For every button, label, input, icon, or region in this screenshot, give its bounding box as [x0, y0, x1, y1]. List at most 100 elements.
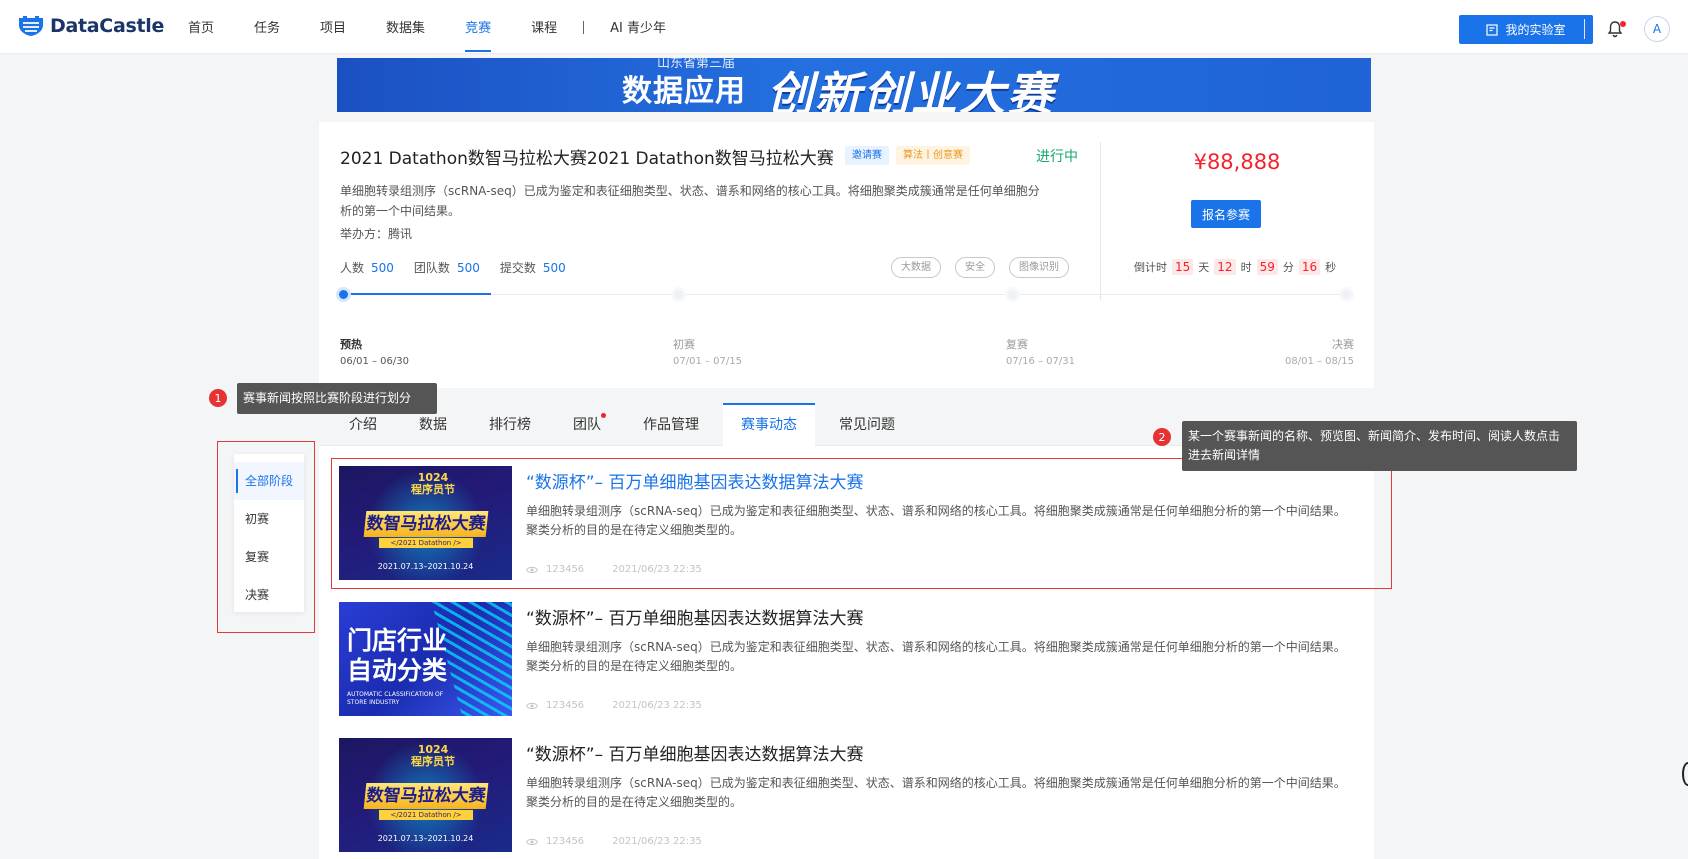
chip-big-data[interactable]: 大数据: [891, 257, 941, 278]
annotation-tip-1: 赛事新闻按照比赛阶段进行划分: [237, 383, 437, 414]
thumbnail-title: 门店行业 自动分类: [347, 626, 447, 686]
thumbnail-bar: </2021 Datathon />: [379, 810, 473, 820]
news-time: 2021/06/23 22:35: [612, 836, 702, 847]
chip-security[interactable]: 安全: [955, 257, 995, 278]
castle-logo-icon: [19, 16, 43, 36]
news-thumbnail[interactable]: 1024 程序员节 数智马拉松大赛 </2021 Datathon /> 2021…: [339, 738, 512, 852]
stat-value: 500: [542, 261, 566, 275]
stat-label: 提交数: [499, 261, 536, 275]
my-lab-button[interactable]: 我的实验室: [1459, 15, 1593, 44]
timeline-dot-semi[interactable]: [1005, 287, 1020, 302]
tab-team-label: 团队: [573, 417, 601, 433]
thumbnail-caption: AUTOMATIC CLASSIFICATION OF STORE INDUSTR…: [347, 691, 443, 707]
lab-icon: [1486, 23, 1499, 36]
stat-label: 团队数: [413, 261, 450, 275]
tab-leaderboard[interactable]: 排行榜: [471, 403, 549, 446]
countdown-seconds: 16: [1298, 259, 1321, 275]
tab-news[interactable]: 赛事动态: [723, 403, 815, 446]
main-nav: 首页 任务 项目 数据集 竞赛 课程 AI 青少年: [168, 0, 686, 54]
competition-info-card: 2021 Datathon数智马拉松大赛2021 Datathon数智马拉松大赛…: [319, 122, 1374, 388]
tab-team[interactable]: 团队: [555, 403, 619, 446]
logo[interactable]: DataCastle: [18, 15, 164, 37]
countdown-days: 15: [1172, 259, 1194, 275]
eye-icon: [526, 838, 538, 845]
nav-ai-youth[interactable]: AI 青少年: [590, 0, 686, 54]
nav-divider: [583, 20, 585, 34]
side-widget-icon[interactable]: [1682, 762, 1688, 786]
stat-submissions: 提交数 500: [500, 259, 566, 276]
news-title[interactable]: “数源杯”– 百万单细胞基因表达数据算法大赛: [526, 604, 864, 629]
eye-icon: [526, 702, 538, 709]
nav-competitions[interactable]: 竞赛: [445, 0, 511, 54]
notification-dot: [1620, 21, 1626, 27]
countdown-minutes-unit: 分: [1282, 261, 1294, 274]
avatar[interactable]: A: [1644, 16, 1670, 42]
banner-title-b: 创新创业大赛: [767, 67, 1055, 112]
thumbnail-badge: 1024 程序员节: [411, 744, 455, 768]
type-tag: 算法丨创意赛: [896, 146, 970, 165]
card-divider: [1100, 142, 1101, 300]
nav-home[interactable]: 首页: [168, 0, 234, 54]
news-meta: 123456 2021/06/23 22:35: [526, 700, 702, 711]
thumb-line: 门店行业: [347, 626, 448, 655]
thumbnail-store: 门店行业 自动分类 AUTOMATIC CLASSIFICATION OF STOR…: [339, 602, 512, 716]
thumbnail-title: 数智马拉松大赛: [363, 783, 489, 809]
stat-teams: 团队数 500: [414, 259, 480, 276]
news-item[interactable]: 门店行业 自动分类 AUTOMATIC CLASSIFICATION OF STOR…: [339, 602, 1354, 716]
thumbnail-date: 2021.07.13–2021.10.24: [377, 834, 474, 843]
timeline-track: [343, 294, 1346, 295]
stage-name: 初赛: [673, 338, 695, 351]
news-views: 123456: [546, 700, 585, 711]
competition-title: 2021 Datathon数智马拉松大赛2021 Datathon数智马拉松大赛: [340, 149, 834, 169]
timeline-progress: [343, 293, 491, 295]
countdown-hours: 12: [1214, 259, 1236, 275]
tab-works[interactable]: 作品管理: [625, 403, 717, 446]
stage-date: 08/01 – 08/15: [1285, 356, 1354, 367]
timeline-dot-final[interactable]: [1339, 287, 1354, 302]
stage-date: 07/01 – 07/15: [673, 356, 742, 367]
news-desc: 单细胞转录组测序（scRNA-seq）已成为鉴定和表征细胞类型、状态、谱系和网络…: [526, 776, 1346, 809]
news-time: 2021/06/23 22:35: [612, 700, 702, 711]
topic-chips: 大数据 安全 图像识别: [891, 257, 1083, 278]
news-item[interactable]: 1024 程序员节 数智马拉松大赛 </2021 Datathon /> 2021…: [339, 738, 1354, 852]
countdown-label: 倒计时: [1134, 261, 1167, 274]
stage-name: 复赛: [1006, 338, 1028, 351]
header-divider: [1584, 19, 1585, 39]
stage-date: 07/16 – 07/31: [1006, 356, 1075, 367]
badge-text: 程序员节: [411, 755, 455, 768]
tab-team-dot: [601, 413, 606, 418]
news-thumbnail[interactable]: 门店行业 自动分类 AUTOMATIC CLASSIFICATION OF STOR…: [339, 602, 512, 716]
news-meta: 123456 2021/06/23 22:35: [526, 836, 702, 847]
tab-faq[interactable]: 常见问题: [821, 403, 913, 446]
annotation-number-2: 2: [1153, 428, 1171, 446]
stage-name: 预热: [340, 338, 362, 351]
nav-projects[interactable]: 项目: [300, 0, 366, 54]
countdown-days-unit: 天: [1198, 261, 1210, 274]
competition-stats: 人数 500 团队数 500 提交数 500: [340, 259, 586, 276]
annotation-tip-2: 某一个赛事新闻的名称、预览图、新闻简介、发布时间、阅读人数点击进去新闻详情: [1182, 421, 1577, 471]
my-lab-label: 我的实验室: [1505, 23, 1566, 37]
annotation-box-filter: [217, 441, 315, 633]
thumb-line: 自动分类: [347, 656, 448, 685]
nav-datasets[interactable]: 数据集: [366, 0, 445, 54]
thumb-caption-line: STORE INDUSTRY: [347, 699, 400, 706]
stat-value: 500: [456, 261, 480, 275]
timeline-dot-warmup[interactable]: [336, 287, 351, 302]
timeline-dot-prelim[interactable]: [671, 287, 686, 302]
banner-title-a: 数据应用: [622, 74, 746, 109]
logo-text: DataCastle: [50, 15, 165, 37]
news-views: 123456: [546, 836, 585, 847]
news-title[interactable]: “数源杯”– 百万单细胞基因表达数据算法大赛: [526, 740, 864, 765]
chip-image-recognition[interactable]: 图像识别: [1009, 257, 1069, 278]
annotation-box-news: [331, 458, 1392, 589]
news-desc: 单细胞转录组测序（scRNA-seq）已成为鉴定和表征细胞类型、状态、谱系和网络…: [526, 640, 1346, 673]
stat-participants: 人数 500: [340, 259, 394, 276]
annotation-number-1: 1: [209, 389, 227, 407]
stat-label: 人数: [340, 261, 365, 275]
nav-tasks[interactable]: 任务: [234, 0, 300, 54]
thumb-caption-line: AUTOMATIC CLASSIFICATION OF: [347, 691, 444, 698]
signup-button[interactable]: 报名参赛: [1191, 200, 1261, 228]
nav-courses[interactable]: 课程: [511, 0, 577, 54]
prize-amount: ¥88,888: [1193, 150, 1281, 174]
countdown-minutes: 59: [1256, 259, 1278, 275]
